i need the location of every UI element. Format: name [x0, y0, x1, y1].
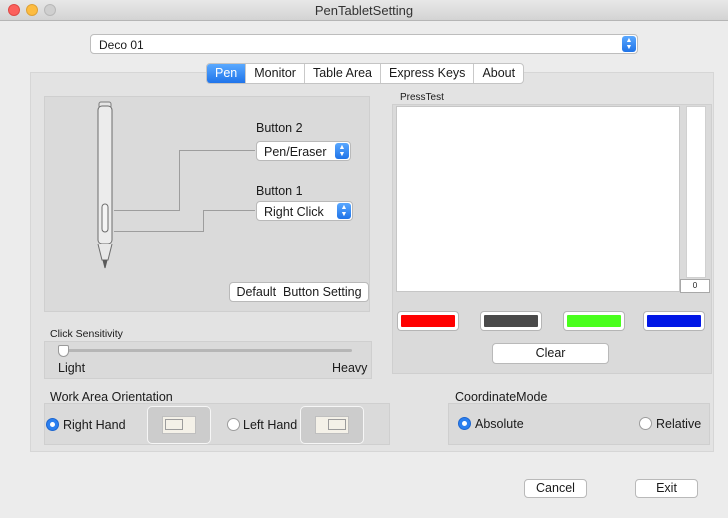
presstest-label: PressTest: [400, 92, 444, 103]
absolute-label: Absolute: [475, 417, 524, 431]
tab-pen[interactable]: Pen: [207, 64, 247, 83]
button1-select[interactable]: Right Click ▲ ▼: [256, 201, 353, 221]
connector-line: [179, 150, 180, 211]
tab-bar: Pen Monitor Table Area Express Keys Abou…: [206, 63, 525, 84]
pen-icon: [97, 101, 113, 269]
connector-line: [114, 210, 180, 211]
left-hand-label: Left Hand: [243, 418, 298, 432]
tablet-pad: [162, 416, 196, 434]
button1-select-value: Right Click: [264, 205, 324, 219]
chevron-updown-icon: ▲ ▼: [335, 143, 349, 159]
color-swatch-gray[interactable]: [480, 311, 542, 331]
swatch-fill: [647, 315, 701, 327]
tablet-pad: [315, 416, 349, 434]
sensitivity-slider-thumb[interactable]: [58, 345, 69, 357]
presstest-canvas[interactable]: [396, 106, 680, 292]
tab-table-area[interactable]: Table Area: [305, 64, 382, 83]
right-hand-tablet-icon: [147, 406, 211, 444]
button1-label: Button 1: [256, 184, 303, 198]
button2-select[interactable]: Pen/Eraser ▲ ▼: [256, 141, 351, 161]
button2-select-value: Pen/Eraser: [264, 145, 327, 159]
sensitivity-light-label: Light: [58, 361, 86, 375]
connector-line: [179, 150, 255, 151]
swatch-fill: [401, 315, 455, 327]
device-select-value: Deco 01: [99, 38, 144, 52]
color-swatch-blue[interactable]: [643, 311, 705, 331]
sensitivity-slider-track[interactable]: [60, 349, 352, 352]
default-button-setting-button[interactable]: Default Button Setting: [229, 282, 369, 302]
color-swatch-green[interactable]: [563, 311, 625, 331]
work-area-orientation-label: Work Area Orientation: [50, 390, 173, 404]
exit-button[interactable]: Exit: [635, 479, 698, 498]
title-bar: PenTabletSetting: [0, 0, 728, 21]
relative-label: Relative: [656, 417, 702, 431]
connector-line: [203, 210, 255, 211]
swatch-fill: [484, 315, 538, 327]
left-hand-radio[interactable]: [227, 418, 240, 431]
connector-line: [114, 231, 204, 232]
color-swatch-red[interactable]: [397, 311, 459, 331]
coordinate-mode-label: CoordinateMode: [455, 390, 548, 404]
click-sensitivity-label: Click Sensitivity: [50, 328, 123, 340]
device-select[interactable]: Deco 01 ▲ ▼: [90, 34, 638, 54]
relative-radio[interactable]: [639, 417, 652, 430]
chevron-updown-icon: ▲ ▼: [337, 203, 351, 219]
right-hand-label: Right Hand: [63, 418, 126, 432]
connector-line: [203, 210, 204, 232]
pressure-value: 0: [680, 279, 710, 293]
tablet-screen: [328, 419, 346, 430]
cancel-button[interactable]: Cancel: [524, 479, 587, 498]
tab-monitor[interactable]: Monitor: [246, 64, 305, 83]
absolute-radio[interactable]: [458, 417, 471, 430]
left-hand-tablet-icon: [300, 406, 364, 444]
clear-button[interactable]: Clear: [492, 343, 609, 364]
button2-label: Button 2: [256, 121, 303, 135]
chevron-updown-icon: ▲ ▼: [622, 36, 636, 52]
pressure-bar: [686, 106, 706, 278]
tab-about[interactable]: About: [474, 64, 523, 83]
window-title: PenTabletSetting: [314, 3, 414, 18]
click-sensitivity-panel: [44, 341, 372, 379]
sensitivity-heavy-label: Heavy: [332, 361, 368, 375]
swatch-fill: [567, 315, 621, 327]
tab-express-keys[interactable]: Express Keys: [381, 64, 475, 83]
right-hand-radio[interactable]: [46, 418, 59, 431]
tablet-screen: [165, 419, 183, 430]
